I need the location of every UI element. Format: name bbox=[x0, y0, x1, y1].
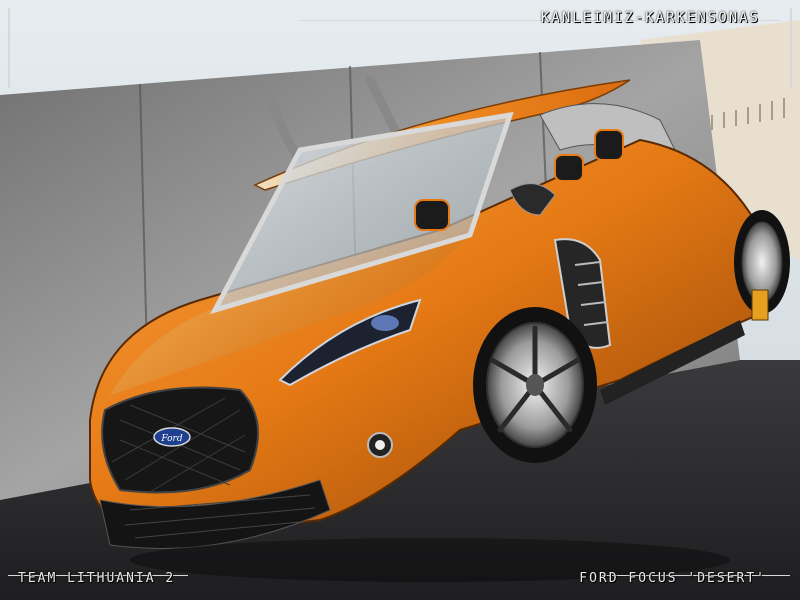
ford-badge-text: Ford bbox=[160, 434, 182, 444]
brake-caliper bbox=[751, 289, 769, 321]
title-caption: Ford Focus 'Desert' bbox=[579, 571, 766, 586]
frame-corner-tr bbox=[790, 8, 792, 88]
front-wheel bbox=[473, 307, 597, 463]
artist-caption: Kanleimiz-Karkensonas bbox=[540, 10, 760, 26]
team-caption: Team Lithuania 2 bbox=[18, 571, 176, 586]
wallpaper: Ford KANLEIMIZ-KARKENSONAS TEAM LITHUANI… bbox=[0, 0, 800, 600]
headlight-lens bbox=[371, 315, 399, 331]
fog-light-lens bbox=[375, 440, 385, 450]
car-scene: Ford bbox=[0, 0, 800, 600]
frame-corner-tl bbox=[8, 8, 10, 88]
